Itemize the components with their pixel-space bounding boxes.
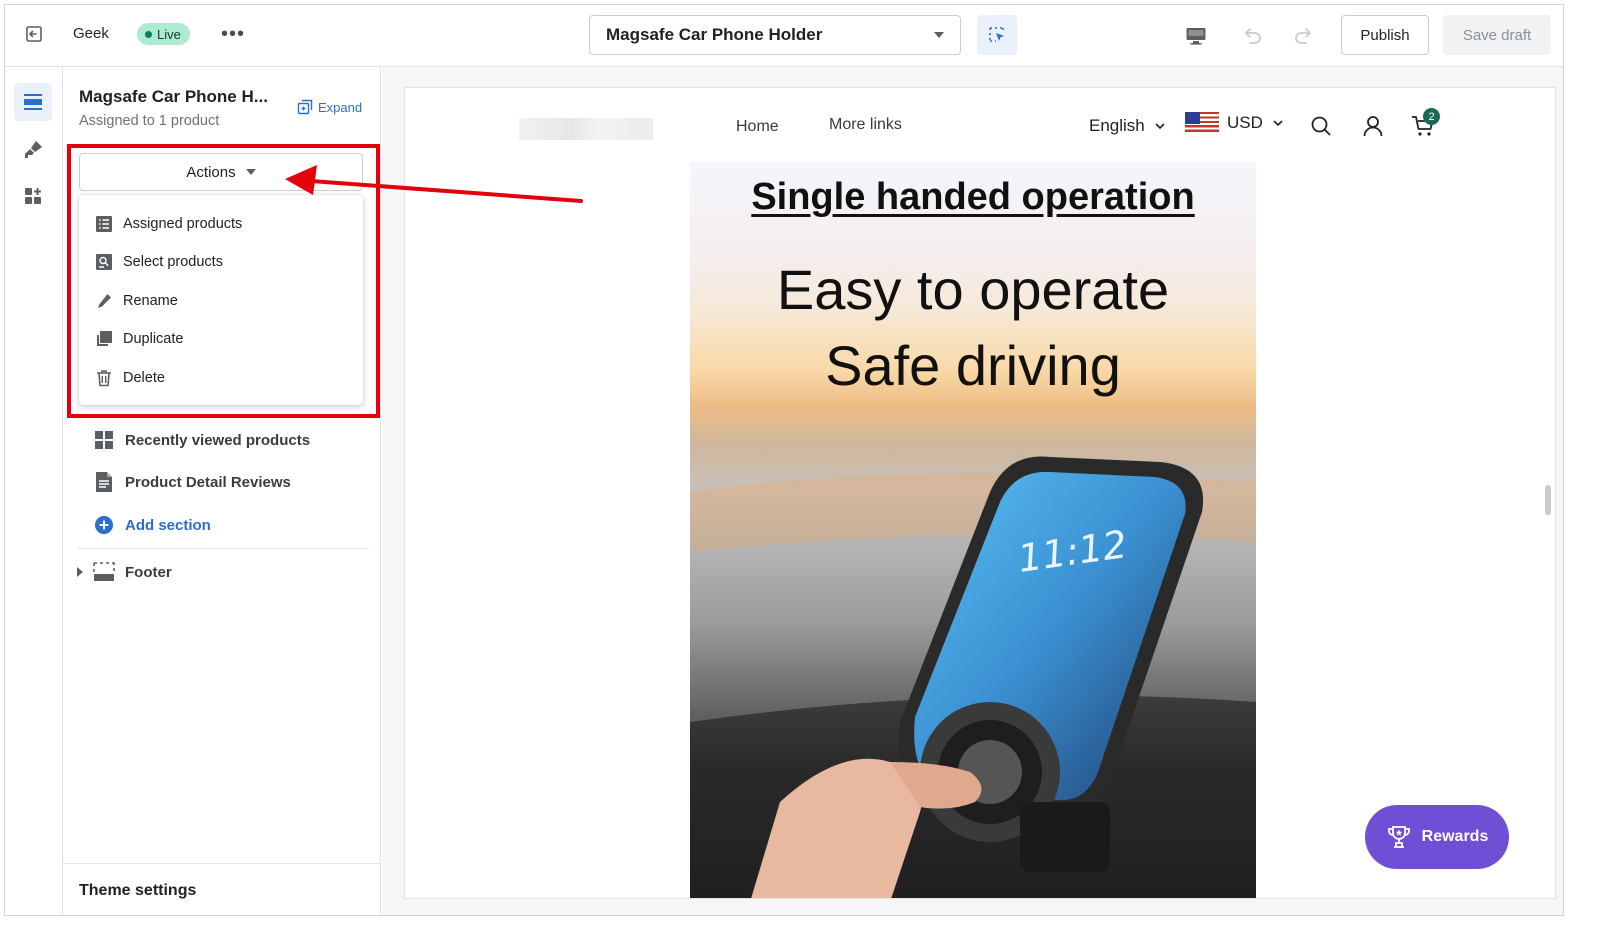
section-product-reviews[interactable]: Product Detail Reviews	[93, 471, 291, 493]
rewards-button[interactable]: Rewards	[1365, 805, 1509, 869]
user-icon	[1363, 116, 1383, 137]
more-actions-button[interactable]: •••	[219, 23, 247, 45]
save-draft-button[interactable]: Save draft	[1443, 15, 1551, 55]
search-button[interactable]	[1309, 114, 1333, 138]
trophy-icon	[1387, 826, 1410, 848]
template-title: Magsafe Car Phone H...	[79, 87, 268, 106]
undo-button[interactable]	[1239, 23, 1265, 49]
language-select[interactable]: English	[1089, 116, 1165, 136]
caret-right-icon	[77, 567, 83, 577]
currency-select[interactable]: USD	[1185, 112, 1283, 134]
language-label: English	[1089, 116, 1145, 135]
sections-icon	[24, 94, 42, 110]
document-icon	[93, 471, 115, 493]
banner-line-1: Easy to operate	[776, 258, 1170, 321]
nav-link-more[interactable]: More links	[829, 116, 902, 134]
top-bar: Geek Live ••• Magsafe Car Phone Holder P…	[5, 5, 1563, 67]
device-preview-button[interactable]	[1183, 23, 1209, 49]
chevron-down-icon	[1155, 122, 1165, 129]
store-name: Geek	[73, 25, 109, 42]
currency-label: USD	[1227, 113, 1263, 132]
section-divider	[77, 548, 369, 549]
footer-layout-icon	[93, 561, 115, 583]
redo-icon	[1295, 28, 1311, 44]
highlight-annotation	[67, 144, 380, 418]
store-preview: Home More links English USD 2 11:12 Sing…	[404, 87, 1556, 899]
exit-icon	[26, 26, 42, 42]
publish-button[interactable]: Publish	[1341, 15, 1429, 55]
caret-down-icon	[934, 32, 944, 38]
grid-icon	[93, 429, 115, 451]
preview-scrollbar[interactable]	[1545, 485, 1551, 515]
redo-button[interactable]	[1291, 23, 1317, 49]
store-logo[interactable]	[519, 118, 653, 140]
nav-link-home[interactable]: Home	[736, 118, 779, 136]
expand-label: Expand	[318, 99, 363, 115]
add-section-label: Add section	[125, 516, 211, 534]
add-section-button[interactable]: Add section	[93, 514, 211, 536]
desktop-icon	[1186, 28, 1206, 45]
paintbrush-icon	[25, 141, 42, 158]
section-recently-viewed[interactable]: Recently viewed products	[93, 429, 310, 451]
rail-theme-button[interactable]	[14, 131, 52, 169]
footer-label: Footer	[125, 563, 172, 581]
inspector-button[interactable]	[977, 15, 1017, 55]
section-label: Recently viewed products	[125, 431, 311, 449]
expand-icon	[297, 99, 313, 115]
banner-line-2: Safe driving	[825, 334, 1121, 397]
rewards-label: Rewards	[1421, 828, 1489, 845]
select-cursor-icon	[989, 27, 1004, 42]
cart-count-badge: 2	[1423, 108, 1440, 125]
live-label: Live	[157, 26, 181, 42]
template-name: Magsafe Car Phone Holder	[606, 25, 823, 44]
undo-icon	[1245, 28, 1261, 44]
plus-circle-icon	[93, 514, 115, 536]
live-dot-icon	[145, 30, 152, 38]
section-label: Product Detail Reviews	[125, 473, 291, 491]
section-footer[interactable]: Footer	[77, 561, 172, 583]
chevron-down-icon	[1273, 119, 1283, 126]
exit-button[interactable]	[23, 23, 45, 45]
editor-window: Geek Live ••• Magsafe Car Phone Holder P…	[4, 4, 1564, 916]
search-icon	[1311, 116, 1331, 136]
expand-button[interactable]: Expand	[297, 99, 362, 115]
account-button[interactable]	[1361, 114, 1385, 138]
apps-icon	[25, 188, 41, 204]
rail-sections-button[interactable]	[14, 83, 52, 121]
us-flag-icon	[1185, 112, 1219, 134]
rail-apps-button[interactable]	[14, 177, 52, 215]
left-rail	[5, 67, 63, 915]
product-banner: 11:12 Single handed operation Easy to op…	[690, 162, 1256, 898]
template-select[interactable]: Magsafe Car Phone Holder	[589, 15, 961, 55]
template-subtitle: Assigned to 1 product	[79, 113, 220, 129]
theme-settings-button[interactable]: Theme settings	[63, 863, 381, 915]
banner-headline: Single handed operation	[751, 176, 1195, 218]
live-badge: Live	[137, 23, 190, 45]
